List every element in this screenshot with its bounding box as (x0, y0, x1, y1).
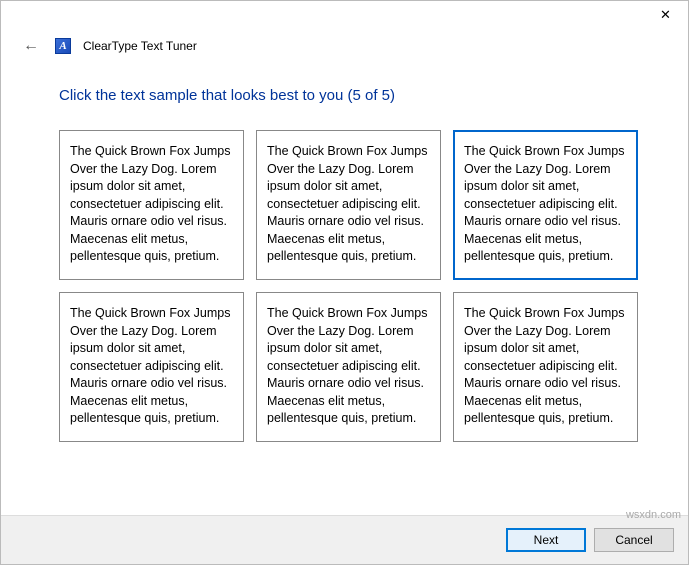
text-sample-1[interactable]: The Quick Brown Fox Jumps Over the Lazy … (59, 130, 244, 280)
next-button[interactable]: Next (506, 528, 586, 552)
text-sample-2[interactable]: The Quick Brown Fox Jumps Over the Lazy … (256, 130, 441, 280)
titlebar: ✕ (1, 1, 688, 31)
back-arrow-icon[interactable]: ← (19, 35, 43, 57)
sample-grid: The Quick Brown Fox Jumps Over the Lazy … (59, 130, 638, 442)
content-area: Click the text sample that looks best to… (1, 67, 688, 515)
window-frame: ✕ ← A ClearType Text Tuner Click the tex… (0, 0, 689, 565)
text-sample-6[interactable]: The Quick Brown Fox Jumps Over the Lazy … (453, 292, 638, 442)
app-title: ClearType Text Tuner (83, 39, 197, 53)
close-button[interactable]: ✕ (643, 1, 688, 29)
text-sample-4[interactable]: The Quick Brown Fox Jumps Over the Lazy … (59, 292, 244, 442)
page-heading: Click the text sample that looks best to… (59, 87, 638, 104)
cancel-button[interactable]: Cancel (594, 528, 674, 552)
app-icon: A (55, 38, 71, 54)
text-sample-3[interactable]: The Quick Brown Fox Jumps Over the Lazy … (453, 130, 638, 280)
header-bar: ← A ClearType Text Tuner (1, 31, 688, 67)
footer-bar: Next Cancel (1, 515, 688, 564)
text-sample-5[interactable]: The Quick Brown Fox Jumps Over the Lazy … (256, 292, 441, 442)
